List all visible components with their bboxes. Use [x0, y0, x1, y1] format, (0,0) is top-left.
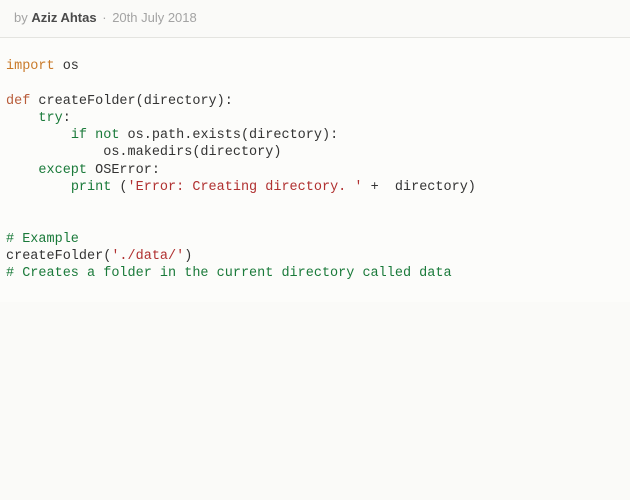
- code-token: os.path.exists(directory):: [119, 128, 338, 143]
- code-token: (: [111, 180, 127, 195]
- code-token: OSError:: [87, 163, 160, 178]
- code-token: createFolder(: [6, 249, 111, 264]
- separator-dot: ·: [102, 10, 106, 25]
- code-token: import: [6, 59, 55, 74]
- code-block: import os def createFolder(directory): t…: [0, 37, 630, 302]
- author-name[interactable]: Aziz Ahtas: [31, 10, 96, 25]
- code-token: os: [55, 59, 79, 74]
- code-token: :: [63, 111, 71, 126]
- code-token: [6, 128, 71, 143]
- publish-date: 20th July 2018: [112, 10, 197, 25]
- code-token: try: [38, 111, 62, 126]
- code-token: ): [184, 249, 192, 264]
- code-token: './data/': [111, 249, 184, 264]
- code-token: [87, 128, 95, 143]
- code-token: if: [71, 128, 87, 143]
- code-token: def: [6, 94, 30, 109]
- code-token: + directory): [362, 180, 475, 195]
- byline: by Aziz Ahtas · 20th July 2018: [0, 0, 630, 37]
- code-token: print: [71, 180, 112, 195]
- code-token: createFolder(directory):: [30, 94, 233, 109]
- code-token: 'Error: Creating directory. ': [128, 180, 363, 195]
- code-token: # Example: [6, 232, 79, 247]
- byline-prefix: by: [14, 10, 31, 25]
- code-token: [6, 180, 71, 195]
- code-token: [6, 111, 38, 126]
- code-token: except: [38, 163, 87, 178]
- code-token: not: [95, 128, 119, 143]
- code-token: [6, 163, 38, 178]
- code-token: os.makedirs(directory): [6, 145, 281, 160]
- code-token: # Creates a folder in the current direct…: [6, 266, 452, 281]
